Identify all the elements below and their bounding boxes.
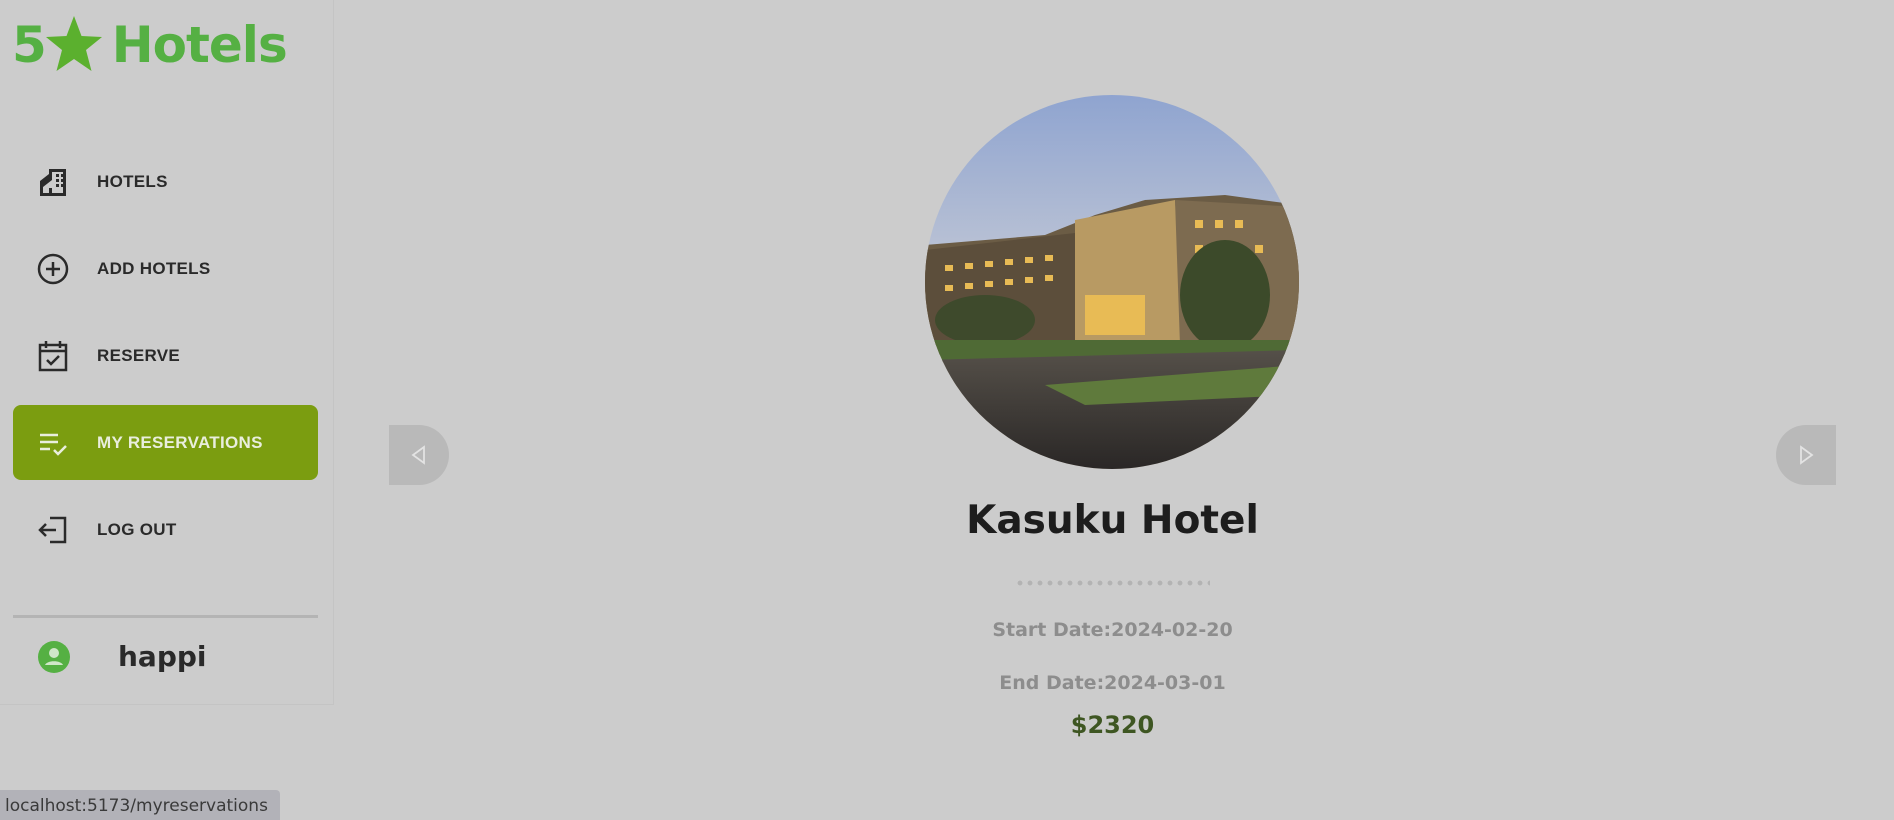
carousel-prev-button[interactable] [389,425,449,485]
list-check-icon [35,425,71,461]
star-icon [45,16,102,71]
reservation-price: $2320 [1070,711,1155,739]
carousel-next-button[interactable] [1776,425,1836,485]
user-profile[interactable]: happi [38,640,207,673]
triangle-left-icon [411,445,425,465]
sidebar: 5 Hotels HOTELS ADD HOTELS RESERVE MY RE… [0,0,334,705]
sidebar-item-label: MY RESERVATIONS [97,432,263,452]
sidebar-item-label: ADD HOTELS [97,258,211,278]
end-date: End Date:2024-03-01 [999,672,1226,694]
building-icon [35,164,71,200]
status-bar-url: localhost:5173/myreservations [0,790,280,820]
sidebar-item-label: RESERVE [97,345,181,365]
triangle-right-icon [1800,445,1814,465]
start-date: Start Date:2024-02-20 [992,619,1233,641]
brand-logo[interactable]: 5 Hotels [12,14,288,76]
dotted-divider [1015,580,1210,586]
user-circle-icon [38,640,70,673]
sidebar-divider [13,615,318,618]
sidebar-item-reserve[interactable]: RESERVE [13,318,318,393]
user-name: happi [118,640,207,673]
brand-number: 5 [12,16,47,74]
plus-circle-icon [35,251,71,287]
hotel-name: Kasuku Hotel [966,498,1259,543]
sidebar-item-hotels[interactable]: HOTELS [13,144,318,219]
sidebar-item-label: HOTELS [97,171,168,191]
calendar-check-icon [35,338,71,374]
sidebar-item-add-hotels[interactable]: ADD HOTELS [13,231,318,306]
sidebar-item-my-reservations[interactable]: MY RESERVATIONS [13,405,318,480]
hotel-image [925,95,1299,469]
brand-name: Hotels [111,16,288,74]
